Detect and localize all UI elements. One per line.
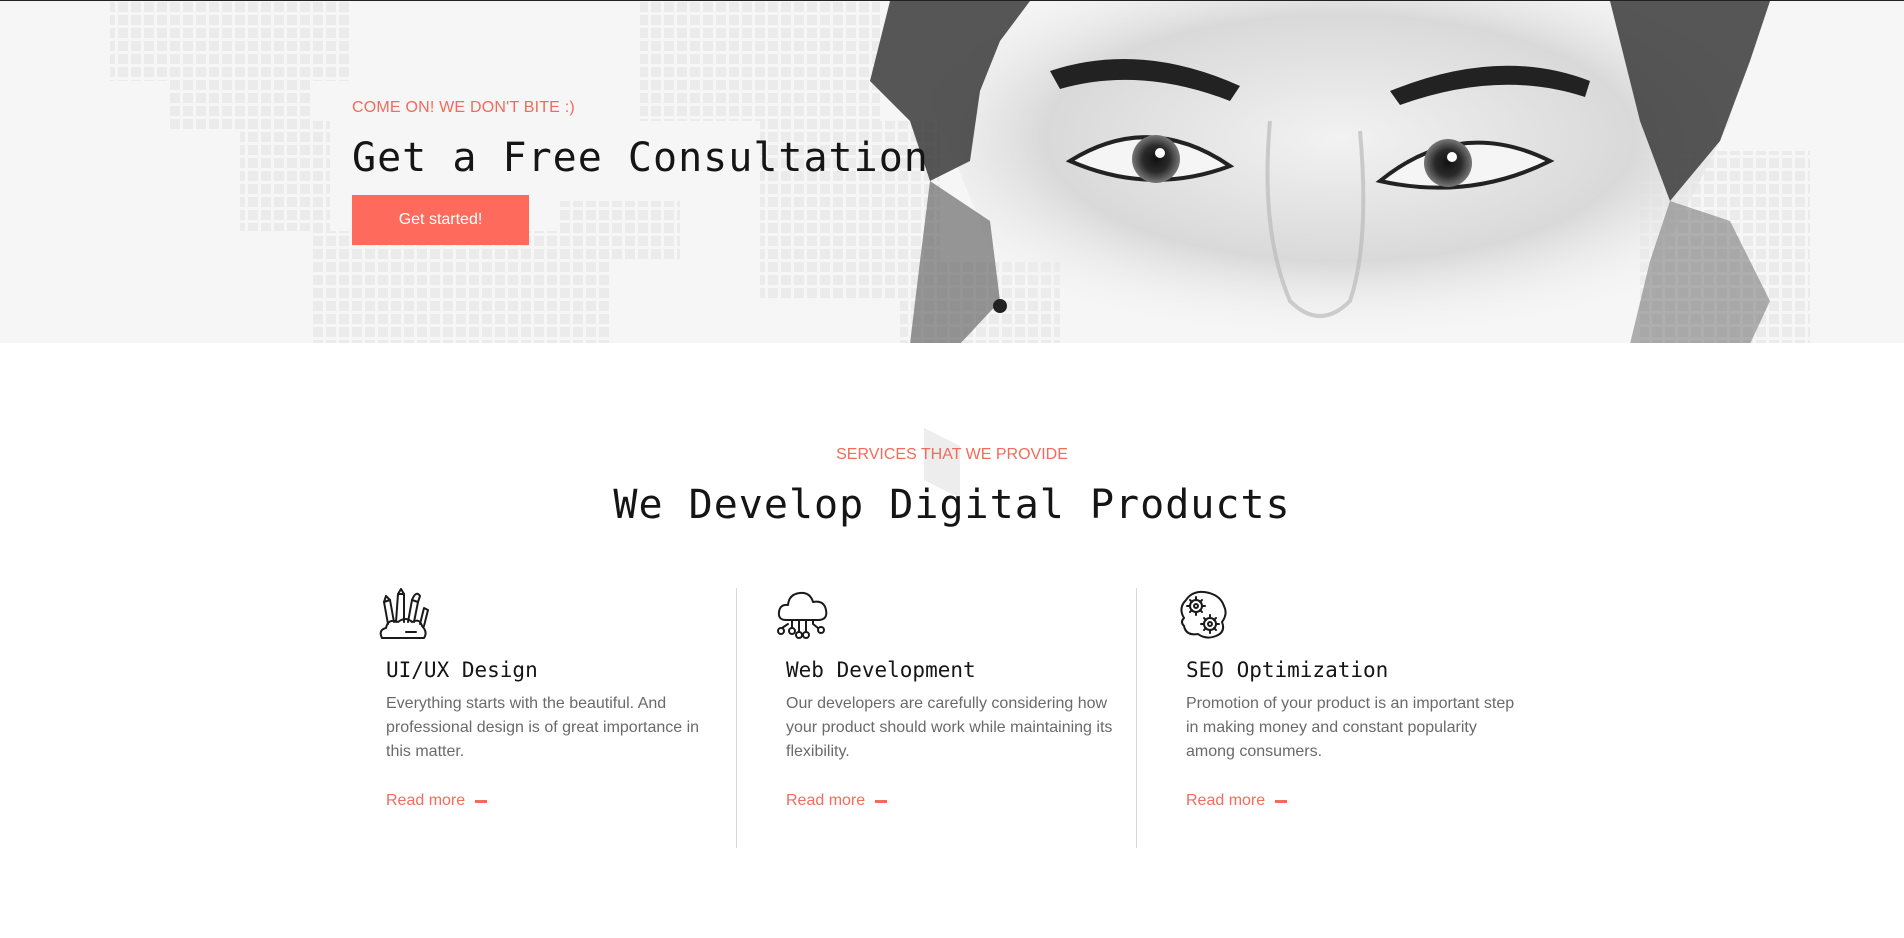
service-description: Our developers are carefully considering… [786, 695, 1113, 760]
hero-section: COME ON! WE DON'T BITE :) Get a Free Con… [0, 0, 1904, 343]
hero-eyebrow: COME ON! WE DON'T BITE :) [352, 99, 575, 116]
hero-title: Get a Free Consultation [352, 135, 929, 181]
column-divider [1136, 588, 1137, 848]
dash-icon [875, 799, 888, 803]
service-title: SEO Optimization [1186, 658, 1389, 682]
column-divider [736, 588, 737, 848]
gears-cloud-icon [1180, 590, 1227, 639]
service-card-ui-ux: UI/UX Design Everything starts with the … [379, 588, 762, 848]
portrait-image [870, 1, 1770, 343]
service-card-web-development: Web Development Our developers are caref… [777, 588, 1162, 848]
services-title: We Develop Digital Products [613, 482, 1291, 528]
service-description: Promotion of your product is an importan… [1186, 695, 1515, 760]
read-more-label: Read more [786, 792, 866, 809]
dash-icon [475, 799, 488, 803]
dash-icon [1275, 799, 1288, 803]
read-more-label: Read more [1186, 792, 1266, 809]
get-started-button[interactable]: Get started! [352, 195, 529, 245]
service-card-seo: SEO Optimization Promotion of your produ… [1180, 588, 1562, 848]
service-title: Web Development [786, 658, 976, 682]
service-description: Everything starts with the beautiful. An… [386, 695, 700, 760]
read-more-label: Read more [386, 792, 466, 809]
cloud-network-icon [777, 591, 828, 639]
design-tools-icon [379, 588, 429, 639]
service-title: UI/UX Design [386, 658, 538, 682]
services-eyebrow: SERVICES THAT WE PROVIDE [836, 446, 1068, 463]
services-list: UI/UX Design Everything starts with the … [379, 588, 1522, 848]
read-more-link[interactable]: Read more [386, 792, 488, 810]
read-more-link[interactable]: Read more [786, 792, 888, 810]
read-more-link[interactable]: Read more [1186, 792, 1288, 810]
